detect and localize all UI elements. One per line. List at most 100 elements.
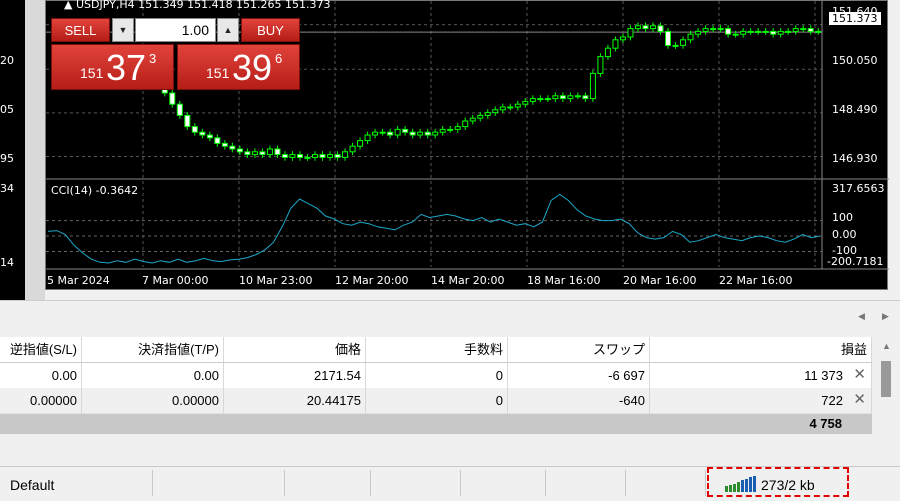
candle-body	[747, 30, 754, 33]
candle-body	[672, 44, 679, 47]
column-header-profit[interactable]: 損益	[650, 337, 872, 362]
candle-body	[604, 47, 611, 58]
candle-body	[619, 36, 626, 41]
scroll-left-icon[interactable]: ◀	[858, 311, 865, 322]
candle-body	[394, 128, 401, 136]
cell-tp: 0.00000	[82, 388, 224, 413]
triangle-up-icon: ▲	[223, 25, 233, 35]
indicator-title: CCI(14) -0.3642	[51, 184, 139, 197]
candle-body	[402, 128, 409, 133]
vertical-scrollbar[interactable]: ▲	[876, 337, 900, 437]
price-axis-label: 150.050	[832, 54, 878, 67]
sell-button[interactable]: SELL	[51, 18, 110, 42]
candle-body	[552, 95, 559, 100]
candle-body	[342, 151, 349, 158]
candle-body	[417, 131, 424, 136]
candle-body	[424, 131, 431, 136]
candle-body	[815, 30, 822, 33]
candle-body	[657, 25, 664, 32]
indicator-axis-label: 100	[832, 211, 853, 224]
time-axis-label: 10 Mar 23:00	[239, 274, 313, 287]
cell-profit: 722	[650, 388, 872, 413]
sell-quote-button[interactable]: 151 37 3	[51, 44, 174, 90]
connection-traffic: 273/2 kb	[761, 477, 815, 493]
buy-price-pip: 6	[275, 51, 283, 66]
volume-increase-button[interactable]: ▲	[217, 18, 239, 42]
candle-body	[357, 140, 364, 147]
candle-body	[439, 128, 446, 133]
table-row[interactable]: 0.00000 0.00000 20.44175 0 -640 722 ✕	[0, 388, 872, 414]
cell-price: 2171.54	[224, 363, 366, 388]
time-axis-label: 5 Mar 2024	[47, 274, 110, 287]
time-axis-label: 18 Mar 16:00	[527, 274, 601, 287]
time-axis-label: 14 Mar 20:00	[431, 274, 505, 287]
status-separator	[460, 470, 461, 496]
close-position-icon[interactable]: ✕	[853, 367, 866, 383]
left-price-label: 20	[0, 54, 14, 67]
column-header-sl[interactable]: 逆指値(S/L)	[0, 337, 82, 362]
candle-body	[702, 28, 709, 32]
column-header-commission[interactable]: 手数料	[366, 337, 508, 362]
candle-body	[191, 126, 198, 133]
candle-body	[176, 103, 183, 116]
status-separator	[152, 470, 153, 496]
candle-body	[484, 112, 491, 116]
candle-body	[281, 154, 288, 158]
candle-body	[537, 98, 544, 101]
one-click-trading-panel: SELL ▼ 1.00 ▲ BUY 151 37 3 151 39 6	[51, 18, 300, 90]
candle-body	[522, 100, 529, 105]
buy-button[interactable]: BUY	[241, 18, 300, 42]
candle-body	[567, 95, 574, 100]
candle-body	[770, 30, 777, 35]
candle-body	[387, 131, 394, 136]
profile-name: Default	[10, 477, 55, 493]
candle-body	[372, 131, 379, 136]
candle-body	[379, 131, 386, 134]
scroll-up-icon[interactable]: ▲	[882, 341, 891, 351]
connection-status[interactable]: 273/2 kb	[707, 467, 849, 497]
candle-body	[612, 39, 619, 49]
close-position-icon[interactable]: ✕	[853, 392, 866, 408]
candle-body	[725, 28, 732, 35]
candle-body	[582, 95, 589, 100]
cell-sl: 0.00000	[0, 388, 82, 413]
triangle-icon: ▲	[64, 0, 73, 11]
buy-price-prefix: 151	[206, 65, 230, 81]
cci-line	[47, 193, 821, 264]
time-axis-label: 20 Mar 16:00	[623, 274, 697, 287]
chart-title-text: USDJPY,H4 151.349 151.418 151.265 151.37…	[75, 0, 331, 11]
candle-body	[319, 154, 326, 158]
column-header-price[interactable]: 価格	[224, 337, 366, 362]
candle-body	[529, 98, 536, 102]
candle-body	[462, 120, 469, 128]
table-row[interactable]: 0.00 0.00 2171.54 0 -6 697 11 373 ✕	[0, 363, 872, 389]
candle-body	[687, 33, 694, 41]
candle-body	[206, 134, 213, 139]
volume-decrease-button[interactable]: ▼	[112, 18, 134, 42]
candle-body	[409, 131, 416, 136]
candle-body	[312, 154, 318, 158]
column-header-tp[interactable]: 決済指値(T/P)	[82, 337, 224, 362]
buy-quote-button[interactable]: 151 39 6	[177, 44, 300, 90]
candle-body	[447, 128, 454, 131]
price-axis-label: 148.490	[832, 103, 878, 116]
scrollbar-thumb[interactable]	[881, 361, 891, 397]
scroll-right-icon[interactable]: ▶	[882, 311, 889, 322]
time-axis-label: 22 Mar 16:00	[719, 274, 793, 287]
cell-sl: 0.00	[0, 363, 82, 388]
candle-body	[792, 28, 799, 32]
candle-body	[544, 98, 551, 101]
candle-body	[785, 30, 792, 33]
total-row: 4 758	[0, 414, 872, 434]
status-separator	[705, 470, 706, 496]
volume-input[interactable]: 1.00	[135, 18, 216, 42]
candle-body	[477, 114, 484, 119]
candle-body	[559, 95, 566, 100]
candle-body	[334, 154, 341, 158]
terminal-toolbar: ◀ ▶	[0, 300, 900, 337]
indicator-axis-label: -200.7181	[827, 255, 884, 268]
candle-body	[259, 151, 266, 156]
buy-price-main: 39	[232, 47, 273, 88]
column-header-swap[interactable]: スワップ	[508, 337, 650, 362]
candle-body	[589, 72, 596, 100]
